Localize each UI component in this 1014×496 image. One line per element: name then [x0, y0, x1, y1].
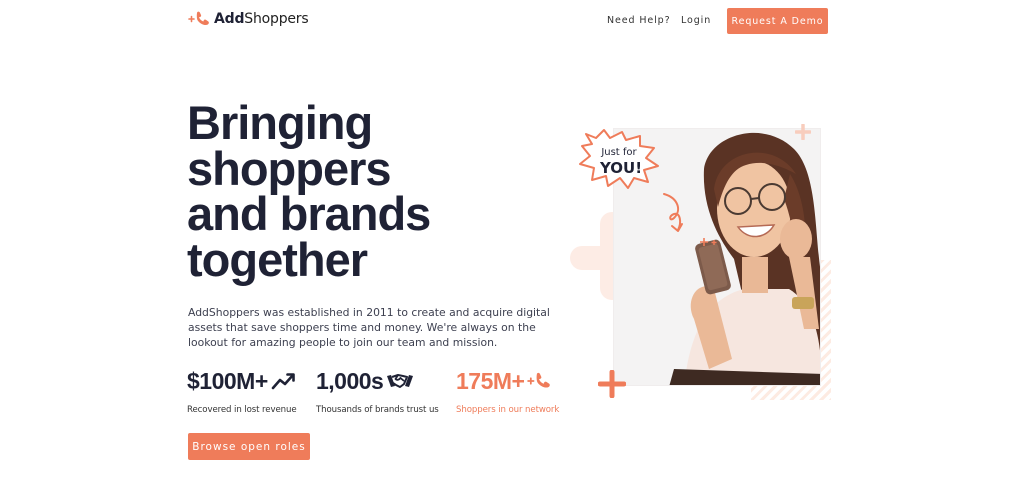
- stat-brands: 1,000s Thousands of brands trust us: [316, 366, 439, 416]
- stat-value-row: 1,000s: [316, 366, 439, 396]
- stat-label: Shoppers in our network: [456, 405, 560, 415]
- hero-intro: AddShoppers was established in 2011 to c…: [188, 306, 550, 349]
- sticker-line1: Just for: [600, 147, 637, 158]
- just-for-you-sticker: Just for YOU!: [579, 129, 659, 189]
- hero-title: Bringing shoppers and brands together: [187, 96, 507, 286]
- hero-title-line: shoppers: [187, 141, 392, 195]
- hero-title-line: and brands: [187, 187, 431, 240]
- orange-plus-icon: [598, 370, 626, 398]
- trend-up-icon: [271, 373, 295, 390]
- stat-revenue: $100M+ Recovered in lost revenue: [187, 366, 297, 416]
- hero-visual: Just for YOU!: [560, 100, 840, 420]
- stat-value-row: $100M+: [187, 366, 297, 396]
- stat-value: 175M+: [456, 367, 525, 394]
- need-help-link[interactable]: Need Help?: [607, 15, 671, 26]
- stat-label: Recovered in lost revenue: [187, 405, 297, 415]
- stat-shoppers: 175M+ Shoppers in our network: [456, 366, 560, 416]
- hero-title-line: together: [187, 232, 368, 286]
- curvy-arrow-icon: [663, 193, 683, 232]
- stat-value-row: 175M+: [456, 366, 559, 396]
- login-link[interactable]: Login: [681, 15, 711, 26]
- stat-value: $100M+: [187, 367, 268, 394]
- stat-value: 1,000s: [316, 367, 384, 394]
- stat-label: Thousands of brands trust us: [316, 405, 439, 415]
- browse-open-roles-button[interactable]: Browse open roles: [188, 433, 310, 460]
- site-header: AddShoppers Need Help? Login Request A D…: [0, 0, 1014, 40]
- small-plus-icon: [700, 238, 717, 246]
- addshoppers-mark-icon: [188, 11, 209, 25]
- handshake-icon: [387, 374, 414, 388]
- request-demo-button[interactable]: Request A Demo: [727, 8, 828, 34]
- addshoppers-logo[interactable]: AddShoppers: [188, 10, 309, 28]
- addshoppers-mark-icon: [527, 372, 551, 388]
- light-small-plus-icon: [795, 124, 811, 140]
- hero-title-line: Bringing: [187, 96, 373, 149]
- logo-text: AddShoppers: [214, 11, 309, 27]
- sticker-line2: YOU!: [599, 159, 642, 177]
